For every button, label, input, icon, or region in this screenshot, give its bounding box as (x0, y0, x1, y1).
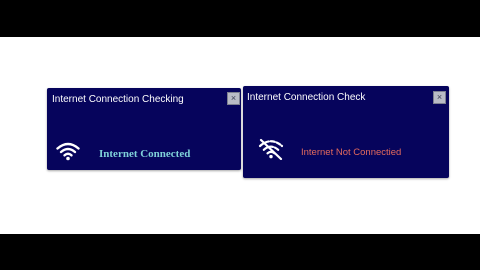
connection-status: Internet Connected (99, 148, 191, 160)
connection-checking-dialog: Internet Connection Checking × Internet … (47, 88, 241, 170)
connection-check-dialog: Internet Connection Check × Internet Not… (243, 86, 449, 178)
close-button[interactable]: × (433, 91, 446, 104)
dialog-title: Internet Connection Checking (52, 94, 184, 105)
close-button[interactable]: × (227, 92, 240, 105)
wifi-icon (56, 142, 80, 161)
wifi-off-icon (258, 138, 284, 160)
letterbox-top (0, 0, 480, 37)
connection-status: Internet Not Connectied (301, 147, 402, 158)
dialog-title: Internet Connection Check (247, 92, 366, 103)
letterbox-bottom (0, 234, 480, 270)
